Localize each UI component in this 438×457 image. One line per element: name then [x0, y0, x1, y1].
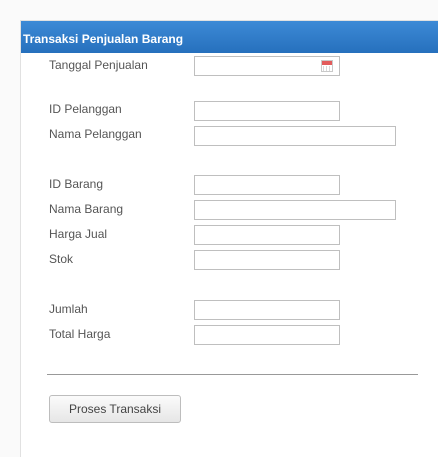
tanggal-penjualan-label: Tanggal Penjualan	[49, 58, 148, 72]
stok-label: Stok	[49, 252, 74, 266]
tanggal-penjualan-input[interactable]	[194, 56, 340, 76]
stok-input[interactable]	[194, 250, 340, 270]
panel-title: Transaksi Penjualan Barang	[21, 21, 438, 53]
harga-jual-input[interactable]	[194, 225, 340, 245]
nama-pelanggan-label: Nama Pelanggan	[49, 127, 142, 141]
harga-jual-label: Harga Jual	[49, 227, 108, 241]
id-barang-label: ID Barang	[49, 177, 104, 191]
calendar-icon-grid	[323, 66, 331, 71]
id-pelanggan-label: ID Pelanggan	[49, 102, 122, 116]
calendar-icon-header	[322, 61, 332, 65]
proses-transaksi-button[interactable]: Proses Transaksi	[49, 395, 181, 423]
jumlah-input[interactable]	[194, 300, 340, 320]
jumlah-label: Jumlah	[49, 302, 88, 316]
nama-barang-label: Nama Barang	[49, 202, 124, 216]
form-divider	[47, 374, 418, 375]
calendar-icon[interactable]	[321, 60, 333, 72]
id-pelanggan-input[interactable]	[194, 101, 340, 121]
total-harga-input[interactable]	[194, 325, 340, 345]
total-harga-label: Total Harga	[49, 327, 111, 341]
nama-barang-input[interactable]	[194, 200, 396, 220]
nama-pelanggan-input[interactable]	[194, 126, 396, 146]
id-barang-input[interactable]	[194, 175, 340, 195]
